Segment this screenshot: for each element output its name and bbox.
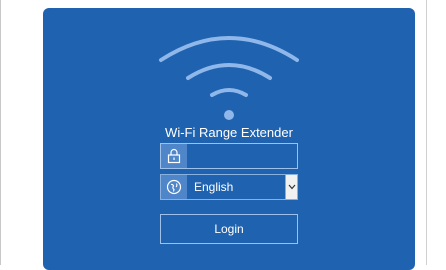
language-selected-value: English [194, 180, 234, 194]
language-select[interactable]: English [160, 174, 298, 200]
window-border-left [0, 0, 1, 265]
password-input[interactable] [188, 144, 296, 168]
globe-icon [161, 175, 187, 199]
wifi-icon [159, 36, 299, 120]
password-field [160, 143, 298, 169]
lock-icon [161, 144, 187, 168]
device-title: Wi-Fi Range Extender [165, 125, 293, 140]
login-button[interactable]: Login [160, 214, 298, 244]
chevron-down-icon[interactable] [285, 175, 297, 199]
window-border-right [426, 0, 427, 265]
login-panel: Wi-Fi Range Extender English Login [43, 8, 415, 270]
